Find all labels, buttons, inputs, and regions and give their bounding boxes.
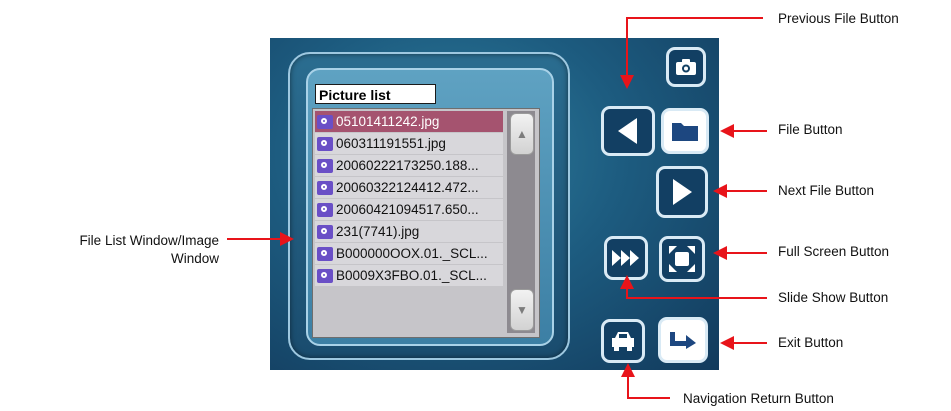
label-full-screen-button: Full Screen Button — [778, 244, 890, 259]
callout-arrowhead-left-icon — [720, 124, 734, 138]
callout-line-previous-drop — [626, 17, 628, 77]
file-list-panel: Picture list 05101411242.jpg 06031119155… — [288, 52, 570, 360]
picture-list-title: Picture list — [315, 84, 436, 104]
file-list-item[interactable]: 20060222173250.188... — [315, 155, 503, 176]
scroll-down-button[interactable]: ▼ — [510, 289, 534, 331]
file-list-window[interactable]: 05101411242.jpg 060311191551.jpg 2006022… — [312, 108, 540, 338]
callout-arrowhead-up-icon — [621, 363, 635, 377]
label-slide-show-button: Slide Show Button — [778, 290, 889, 305]
callout-arrowhead-left-icon — [713, 246, 727, 260]
device-screen: Picture list 05101411242.jpg 06031119155… — [270, 38, 719, 370]
triangle-left-icon — [618, 118, 637, 144]
camera-icon — [676, 59, 696, 75]
file-list-item[interactable]: B000000OOX.01._SCL... — [315, 243, 503, 264]
file-list-item[interactable]: 20060322124412.472... — [315, 177, 503, 198]
car-icon — [612, 332, 634, 351]
file-list-item[interactable]: B0009X3FBO.01._SCL... — [315, 265, 503, 286]
previous-file-button[interactable] — [601, 106, 655, 156]
callout-line-nav-return — [627, 397, 670, 399]
file-button[interactable] — [661, 108, 709, 154]
next-file-button[interactable] — [656, 166, 708, 218]
callout-line-previous — [627, 17, 763, 19]
file-name: 20060222173250.188... — [336, 158, 479, 173]
label-next-file-button: Next File Button — [778, 183, 875, 198]
file-name: 05101411242.jpg — [336, 114, 440, 129]
full-screen-button[interactable] — [659, 236, 705, 282]
triangle-down-icon: ▼ — [516, 303, 528, 317]
label-file-button: File Button — [778, 122, 843, 137]
callout-line-slide-show — [626, 297, 767, 299]
callout-line-next — [726, 190, 767, 192]
scroll-up-button[interactable]: ▲ — [510, 113, 534, 155]
file-name: 20060421094517.650... — [336, 202, 479, 217]
callout-line-exit — [733, 342, 767, 344]
fullscreen-icon — [669, 246, 695, 272]
exit-arrow-icon — [670, 332, 696, 349]
image-file-icon — [317, 202, 333, 217]
callout-line-file — [733, 130, 767, 132]
file-name: 231(7741).jpg — [336, 224, 420, 239]
callout-arrowhead-left-icon — [720, 336, 734, 350]
camera-button[interactable] — [666, 47, 706, 87]
file-name: 060311191551.jpg — [336, 136, 446, 151]
label-file-list-window-line2: Window — [170, 251, 219, 266]
callout-arrowhead-left-icon — [713, 184, 727, 198]
label-exit-button: Exit Button — [778, 335, 844, 350]
label-previous-file-button: Previous File Button — [778, 11, 899, 26]
callout-arrowhead-right-icon — [280, 232, 294, 246]
navigation-return-button[interactable] — [601, 319, 645, 363]
label-navigation-return-button: Navigation Return Button — [683, 391, 834, 406]
file-list-item[interactable]: 060311191551.jpg — [315, 133, 503, 154]
image-file-icon — [317, 136, 333, 151]
triangle-right-icon — [673, 179, 692, 205]
file-name: B000000OOX.01._SCL... — [336, 246, 488, 261]
image-file-icon — [317, 268, 333, 283]
list-scrollbar[interactable]: ▲ ▼ — [507, 111, 535, 333]
file-list-item[interactable]: 231(7741).jpg — [315, 221, 503, 242]
callout-arrowhead-down-icon — [620, 75, 634, 89]
image-file-icon — [317, 158, 333, 173]
callout-arrowhead-up-icon — [620, 275, 634, 289]
label-file-list-window-line1: File List Window/Image — [79, 233, 219, 248]
image-file-icon — [317, 246, 333, 261]
image-file-icon — [317, 224, 333, 239]
file-name: 20060322124412.472... — [336, 180, 479, 195]
file-name: B0009X3FBO.01._SCL... — [336, 268, 487, 283]
callout-line-full-screen — [726, 252, 767, 254]
file-list-item[interactable]: 20060421094517.650... — [315, 199, 503, 220]
folder-icon — [672, 123, 698, 141]
file-list-item[interactable]: 05101411242.jpg — [315, 111, 503, 132]
callout-line-file-list — [227, 238, 282, 240]
triangle-up-icon: ▲ — [516, 127, 528, 141]
file-list-frame: Picture list 05101411242.jpg 06031119155… — [306, 68, 554, 346]
image-file-icon — [317, 180, 333, 195]
image-file-icon — [317, 114, 333, 129]
fast-forward-icon — [612, 250, 639, 266]
exit-button[interactable] — [658, 317, 708, 363]
